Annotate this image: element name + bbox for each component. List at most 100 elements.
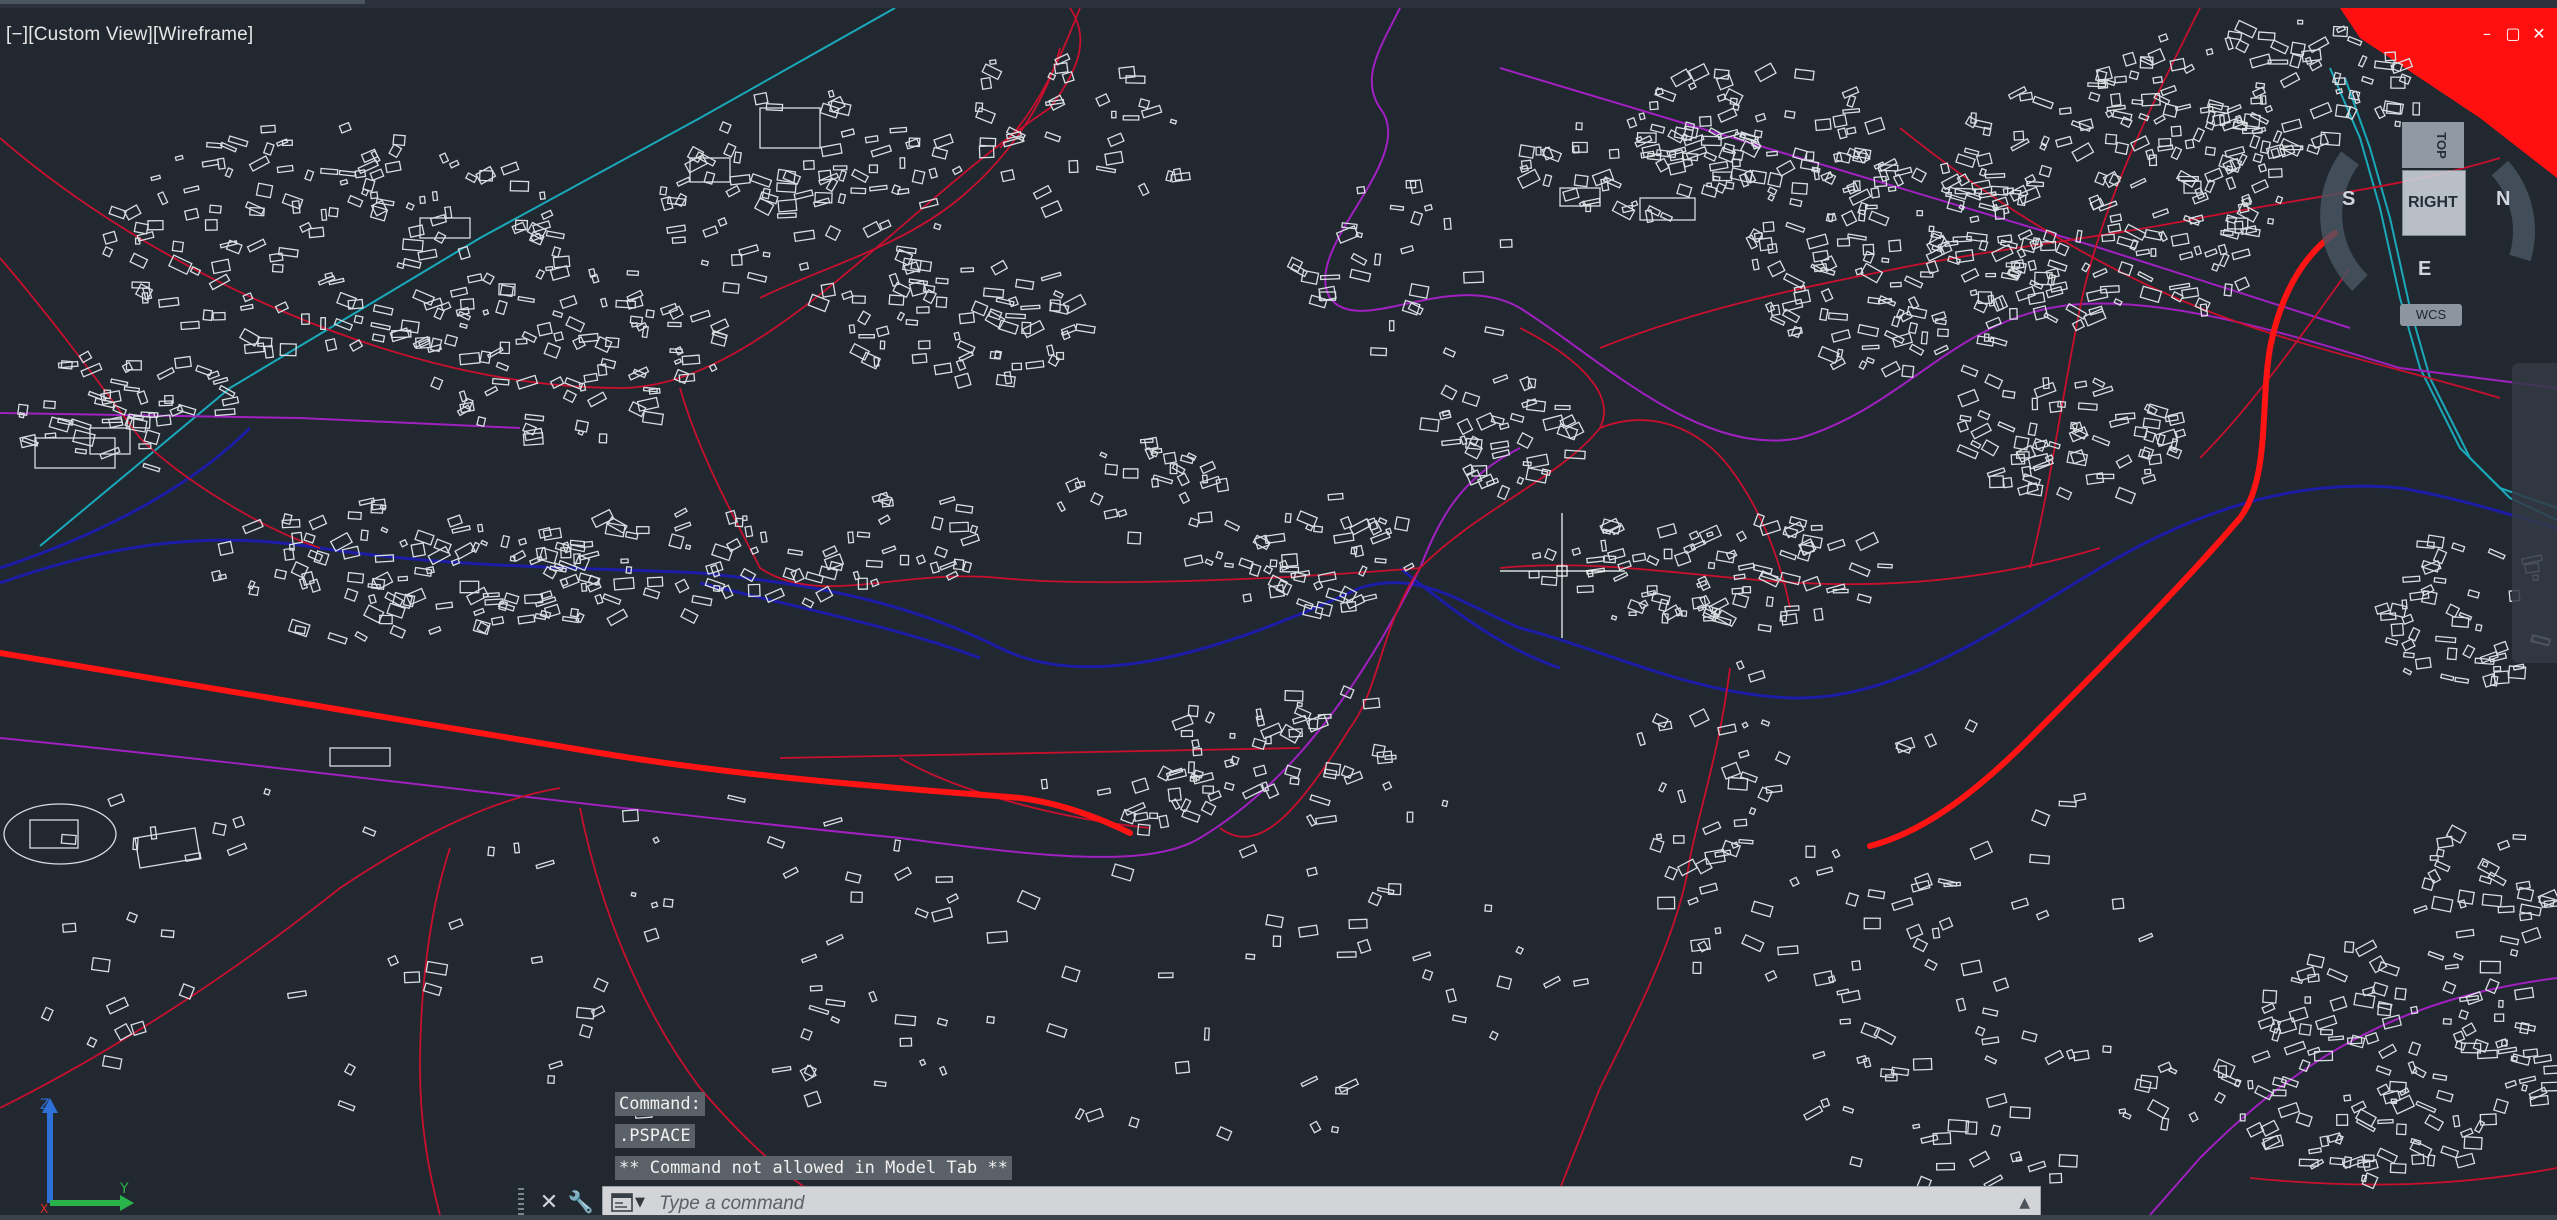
- building-footprint[interactable]: [545, 265, 554, 272]
- building-footprint[interactable]: [2463, 1136, 2483, 1150]
- building-footprint[interactable]: [1845, 892, 1860, 908]
- building-footprint[interactable]: [1857, 323, 1880, 338]
- building-footprint[interactable]: [173, 355, 192, 369]
- building-footprint[interactable]: [2092, 377, 2106, 388]
- building-footprint[interactable]: [2122, 51, 2137, 67]
- building-footprint[interactable]: [2439, 673, 2455, 682]
- building-footprint[interactable]: [733, 151, 742, 164]
- building-footprint[interactable]: [1369, 347, 1388, 357]
- building-footprint[interactable]: [1889, 281, 1902, 288]
- building-footprint[interactable]: [1708, 160, 1729, 172]
- building-footprint[interactable]: [1767, 186, 1778, 196]
- building-footprint[interactable]: [536, 321, 553, 337]
- building-footprint[interactable]: [227, 135, 249, 148]
- building-footprint[interactable]: [1242, 593, 1253, 603]
- building-footprint[interactable]: [247, 579, 256, 590]
- building-footprint[interactable]: [2271, 1027, 2282, 1042]
- building-footprint[interactable]: [2032, 95, 2054, 110]
- building-footprint[interactable]: [2457, 889, 2475, 905]
- building-footprint[interactable]: [1707, 561, 1716, 570]
- building-footprint[interactable]: [509, 555, 516, 562]
- building-footprint[interactable]: [2378, 1043, 2398, 1060]
- building-footprint[interactable]: [725, 184, 741, 198]
- building-footprint[interactable]: [1543, 547, 1557, 562]
- building-footprint[interactable]: [2218, 252, 2230, 268]
- building-footprint[interactable]: [2513, 986, 2535, 1001]
- building-footprint[interactable]: [347, 194, 364, 208]
- building-footprint[interactable]: [2094, 171, 2108, 186]
- building-footprint[interactable]: [1201, 474, 1209, 484]
- building-footprint[interactable]: [1817, 345, 1841, 364]
- building-footprint[interactable]: [2451, 542, 2466, 553]
- building-footprint[interactable]: [1812, 1050, 1826, 1060]
- building-footprint[interactable]: [171, 240, 185, 253]
- building-footprint[interactable]: [934, 545, 949, 559]
- building-footprint[interactable]: [1104, 150, 1124, 166]
- building-footprint[interactable]: [2137, 270, 2154, 283]
- building-footprint[interactable]: [142, 462, 161, 473]
- building-footprint[interactable]: [157, 191, 169, 206]
- building-footprint[interactable]: [121, 361, 134, 374]
- building-footprint[interactable]: [1090, 492, 1104, 506]
- building-footprint[interactable]: [511, 221, 527, 235]
- building-footprint[interactable]: [1127, 531, 1142, 545]
- building-footprint[interactable]: [61, 922, 77, 933]
- building-footprint[interactable]: [2015, 285, 2036, 302]
- building-footprint[interactable]: [1000, 169, 1016, 183]
- building-footprint[interactable]: [1309, 1120, 1322, 1134]
- building-footprint[interactable]: [1040, 778, 1049, 790]
- building-footprint[interactable]: [413, 566, 433, 577]
- building-footprint[interactable]: [1137, 182, 1150, 197]
- building-footprint[interactable]: [1575, 122, 1583, 131]
- building-footprint[interactable]: [2160, 84, 2178, 97]
- building-footprint[interactable]: [2129, 135, 2151, 152]
- building-footprint[interactable]: [1284, 764, 1302, 779]
- building-footprint[interactable]: [1343, 770, 1364, 786]
- building-footprint[interactable]: [1522, 460, 1532, 467]
- building-footprint[interactable]: [348, 339, 364, 352]
- building-footprint[interactable]: [1104, 463, 1119, 476]
- building-footprint[interactable]: [2390, 622, 2405, 637]
- building-footprint[interactable]: [2071, 318, 2086, 332]
- building-footprint[interactable]: [324, 271, 334, 279]
- building-footprint[interactable]: [1040, 271, 1062, 282]
- building-footprint[interactable]: [1056, 500, 1067, 513]
- building-footprint[interactable]: [277, 246, 299, 258]
- building-footprint[interactable]: [1698, 115, 1712, 127]
- building-footprint[interactable]: [1516, 476, 1525, 485]
- building-footprint[interactable]: [443, 205, 453, 220]
- building-footprint[interactable]: [387, 954, 400, 967]
- building-footprint[interactable]: [2026, 180, 2045, 188]
- building-footprint[interactable]: [1241, 783, 1265, 800]
- building-footprint[interactable]: [149, 826, 158, 840]
- building-footprint[interactable]: [205, 141, 223, 149]
- building-footprint[interactable]: [2267, 168, 2283, 179]
- building-footprint[interactable]: [879, 340, 886, 350]
- building-footprint[interactable]: [123, 204, 142, 221]
- building-footprint[interactable]: [1204, 558, 1214, 567]
- building-footprint[interactable]: [2499, 935, 2520, 946]
- building-footprint[interactable]: [1122, 468, 1139, 479]
- building-footprint[interactable]: [850, 187, 867, 195]
- building-footprint[interactable]: [1197, 511, 1213, 524]
- building-footprint[interactable]: [1855, 531, 1880, 552]
- building-footprint[interactable]: [1732, 103, 1740, 112]
- boundary-lines[interactable]: [0, 8, 2557, 1215]
- building-footprint[interactable]: [1358, 565, 1368, 577]
- building-footprint[interactable]: [202, 309, 214, 322]
- building-footprint[interactable]: [435, 601, 454, 610]
- building-footprint[interactable]: [308, 226, 325, 239]
- building-footprint[interactable]: [681, 354, 701, 366]
- building-footprint[interactable]: [1868, 210, 1890, 227]
- road-lines[interactable]: [0, 8, 2557, 1215]
- building-footprint[interactable]: [1207, 789, 1222, 802]
- minimize-icon[interactable]: –: [2479, 26, 2495, 42]
- building-footprint[interactable]: [392, 134, 406, 147]
- building-footprint[interactable]: [858, 333, 875, 339]
- building-footprint[interactable]: [1065, 477, 1083, 493]
- building-footprint[interactable]: [765, 103, 784, 112]
- building-footprint[interactable]: [2015, 1156, 2023, 1163]
- building-footprint[interactable]: [2072, 1049, 2090, 1062]
- building-footprint[interactable]: [989, 59, 997, 65]
- building-footprint[interactable]: [684, 544, 692, 551]
